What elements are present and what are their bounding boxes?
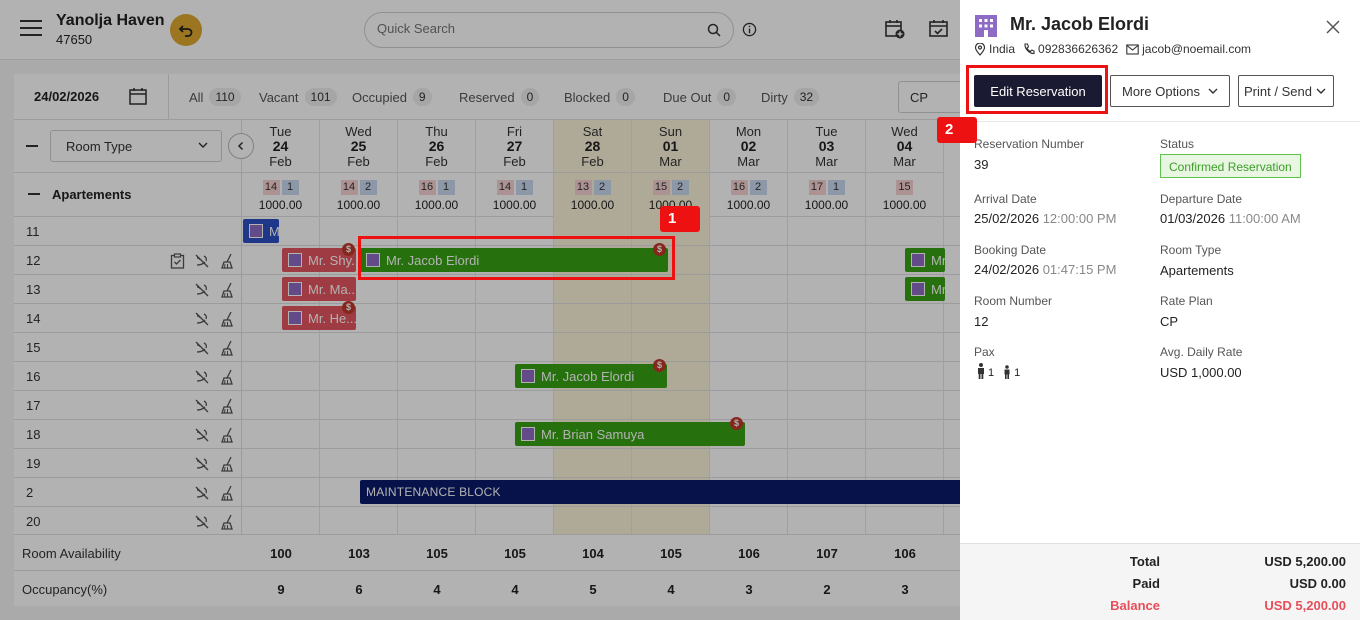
- pax-children: 1: [1014, 367, 1021, 379]
- balance-value: USD 5,200.00: [1264, 598, 1346, 613]
- pax-adults: 1: [988, 367, 995, 379]
- paid-label: Paid: [1132, 576, 1160, 591]
- room-type-label: Room Type: [1160, 243, 1222, 257]
- panel-divider: [960, 121, 1360, 122]
- arrival-datetime: 25/02/2026 12:00:00 PM: [974, 211, 1116, 226]
- guest-email: jacob@noemail.com: [1142, 42, 1252, 56]
- guest-country: India: [989, 42, 1016, 56]
- guest-phone: 092836626362: [1038, 42, 1119, 56]
- guest-contact: India 092836626362 jacob@noemail.com: [974, 42, 1259, 56]
- balance-label: Balance: [1110, 598, 1160, 613]
- total-label: Total: [1129, 554, 1160, 569]
- departure-datetime: 01/03/2026 11:00:00 AM: [1160, 211, 1301, 226]
- more-options-button[interactable]: More Options: [1110, 75, 1230, 107]
- rate-plan-label: Rate Plan: [1160, 294, 1213, 308]
- departure-date: 01/03/2026: [1160, 211, 1226, 226]
- arrival-label: Arrival Date: [974, 192, 1037, 206]
- print-send-label: Print / Send: [1244, 83, 1312, 99]
- booking-datetime: 24/02/2026 01:47:15 PM: [974, 262, 1116, 277]
- booking-label: Booking Date: [974, 243, 1047, 257]
- booking-date: 24/02/2026: [974, 262, 1040, 277]
- modal-backdrop[interactable]: [0, 0, 960, 620]
- booking-time: 01:47:15 PM: [1042, 262, 1117, 277]
- status-badge: Confirmed Reservation: [1160, 154, 1301, 178]
- arrival-time: 12:00:00 PM: [1042, 211, 1117, 226]
- rate-plan-value: CP: [1160, 314, 1179, 329]
- phone-icon: [1024, 43, 1035, 55]
- status-label: Status: [1160, 137, 1195, 151]
- pax-values: 1 1: [976, 363, 1020, 379]
- print-send-button[interactable]: Print / Send: [1238, 75, 1334, 107]
- email-icon: [1126, 43, 1139, 55]
- annotation-tag-1: 1: [660, 206, 700, 232]
- totals-footer: Total USD 5,200.00 Paid USD 0.00 Balance…: [960, 543, 1360, 620]
- annotation-tag-2: 2: [937, 117, 977, 143]
- total-value: USD 5,200.00: [1264, 554, 1346, 569]
- adr-value: USD 1,000.00: [1160, 365, 1242, 380]
- app-root: Yanolja Haven 47650 24/02/2026 All110 Va…: [0, 0, 1360, 620]
- annotation-box-2: [966, 65, 1108, 114]
- chevron-down-icon: [1208, 88, 1218, 94]
- paid-value: USD 0.00: [1289, 576, 1346, 591]
- room-number-label: Room Number: [974, 294, 1053, 308]
- departure-label: Departure Date: [1160, 192, 1243, 206]
- room-number-value: 12: [974, 314, 989, 329]
- annotation-box-1: [358, 236, 675, 280]
- chevron-down-icon: [1316, 88, 1326, 94]
- child-icon: [1004, 365, 1010, 379]
- departure-time: 11:00:00 AM: [1228, 211, 1301, 226]
- close-icon[interactable]: [1326, 20, 1340, 34]
- reservation-number-label: Reservation Number: [974, 137, 1085, 151]
- arrival-date: 25/02/2026: [974, 211, 1040, 226]
- guest-name: Mr. Jacob Elordi: [1010, 14, 1150, 34]
- more-options-label: More Options: [1122, 83, 1201, 99]
- adr-label: Avg. Daily Rate: [1160, 345, 1243, 359]
- room-type-value: Apartements: [1160, 263, 1234, 278]
- adult-icon: [978, 363, 984, 379]
- pax-label: Pax: [974, 345, 995, 359]
- reservation-number: 39: [974, 157, 989, 172]
- building-icon: [975, 15, 997, 37]
- location-icon: [974, 42, 986, 56]
